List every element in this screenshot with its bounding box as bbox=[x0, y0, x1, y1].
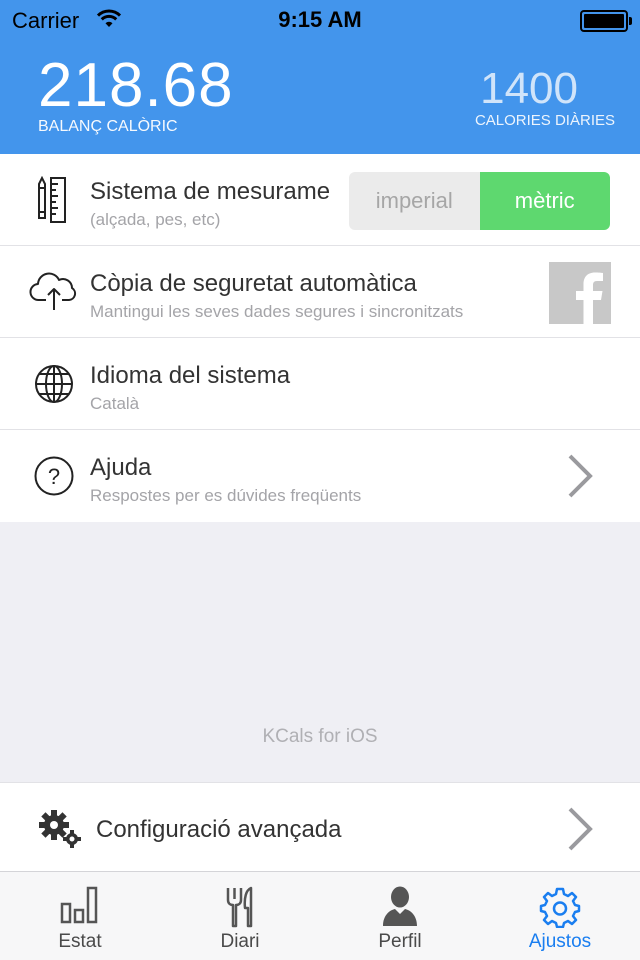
tab-perfil[interactable]: Perfil bbox=[320, 872, 480, 960]
globe-icon bbox=[28, 360, 80, 408]
tab-ajustos[interactable]: Ajustos bbox=[480, 872, 640, 960]
help-icon: ? bbox=[28, 452, 80, 500]
advanced-settings-row[interactable]: Configuració avançada bbox=[0, 782, 640, 872]
setting-title: Idioma del sistema bbox=[90, 362, 291, 389]
advanced-settings-label: Configuració avançada bbox=[96, 816, 342, 843]
caloric-balance-value: 218.68 bbox=[38, 51, 234, 120]
tab-estat[interactable]: Estat bbox=[0, 872, 160, 960]
battery-icon bbox=[580, 10, 632, 32]
setting-title: Ajuda bbox=[90, 454, 152, 481]
units-imperial-option[interactable]: imperial bbox=[349, 172, 480, 230]
settings-list: Sistema de mesurame (alçada, pes, etc) i… bbox=[0, 154, 640, 522]
daily-calories-label: CALORIES DIÀRIES bbox=[474, 112, 615, 129]
setting-subtitle: Mantingui les seves dades segures i sinc… bbox=[90, 302, 464, 321]
units-segmented-control: imperial mètric bbox=[349, 172, 610, 230]
gear-icon bbox=[480, 886, 640, 928]
chevron-right-icon bbox=[562, 805, 598, 858]
app-footer-text: KCals for iOS bbox=[262, 726, 378, 747]
daily-calories-value: 1400 bbox=[480, 64, 578, 113]
setting-title: Sistema de mesurame bbox=[90, 178, 331, 205]
person-icon bbox=[320, 886, 480, 926]
tab-label: Ajustos bbox=[528, 931, 592, 952]
chevron-right-icon bbox=[562, 452, 598, 505]
cloud-upload-icon bbox=[28, 268, 80, 316]
header: Carrier 9:15 AM 218.68 BALANÇ CALÒRIC 14… bbox=[0, 0, 640, 154]
tab-label: Perfil bbox=[378, 931, 422, 952]
status-time: 9:15 AM bbox=[278, 7, 362, 32]
tab-bar: Estat Diari Perfil Ajustos bbox=[0, 871, 640, 960]
settings-row-measurement-system: Sistema de mesurame (alçada, pes, etc) i… bbox=[0, 154, 640, 246]
setting-subtitle: (alçada, pes, etc) bbox=[90, 210, 221, 229]
settings-row-help[interactable]: ? Ajuda Respostes per es dúvides freqüen… bbox=[0, 430, 640, 522]
gears-icon bbox=[36, 809, 86, 854]
tab-diari[interactable]: Diari bbox=[160, 872, 320, 960]
settings-row-language[interactable]: Idioma del sistema Català bbox=[0, 338, 640, 430]
ruler-pencil-icon bbox=[28, 176, 80, 224]
svg-text:?: ? bbox=[48, 464, 60, 489]
settings-row-auto-backup[interactable]: Còpia de seguretat automàtica Mantingui … bbox=[0, 246, 640, 338]
caloric-balance-label: BALANÇ CALÒRIC bbox=[38, 118, 178, 135]
setting-subtitle: Respostes per es dúvides freqüents bbox=[90, 486, 362, 505]
setting-subtitle: Català bbox=[90, 394, 140, 413]
fork-knife-icon bbox=[160, 886, 320, 928]
bar-chart-icon bbox=[0, 886, 160, 924]
tab-label: Diari bbox=[220, 931, 260, 952]
setting-title: Còpia de seguretat automàtica bbox=[90, 270, 417, 297]
status-bar: Carrier 9:15 AM bbox=[0, 0, 640, 40]
units-metric-option[interactable]: mètric bbox=[479, 172, 610, 230]
tab-label: Estat bbox=[58, 931, 102, 952]
facebook-icon[interactable] bbox=[549, 262, 611, 324]
